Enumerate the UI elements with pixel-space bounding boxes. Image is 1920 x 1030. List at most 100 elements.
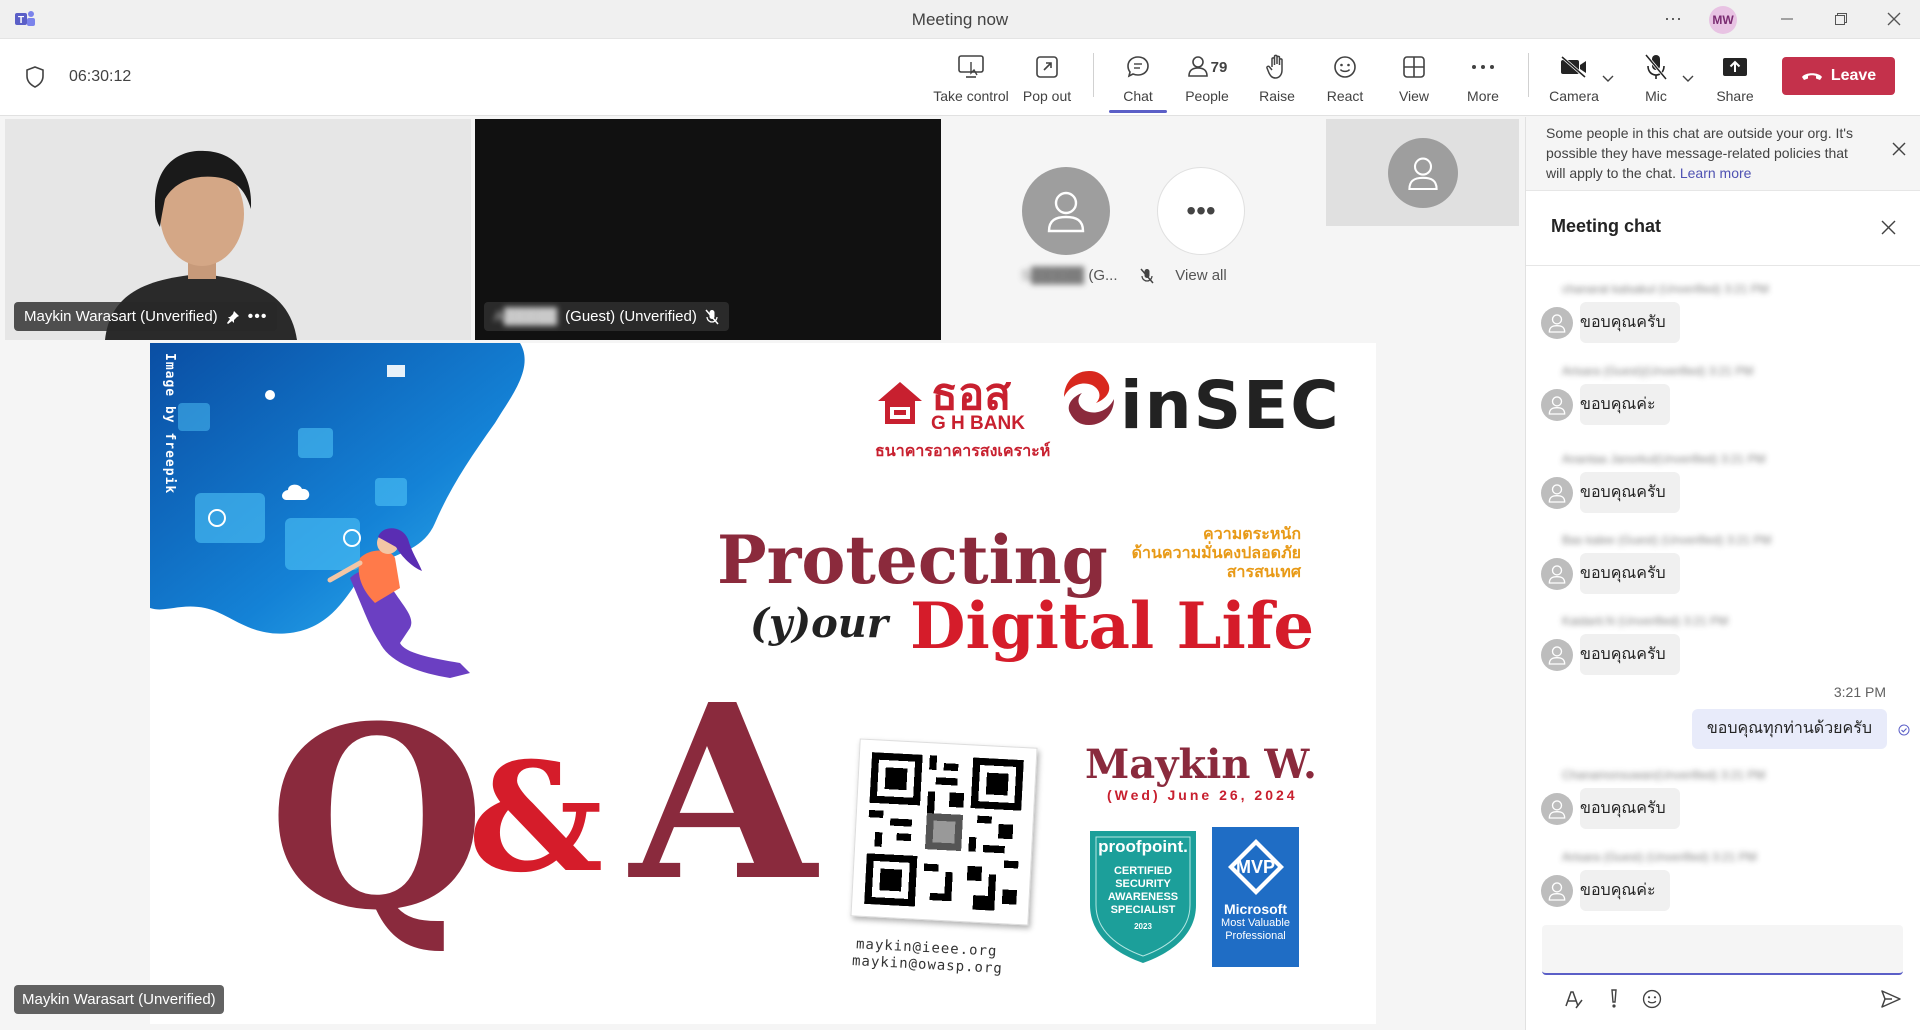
user-avatar[interactable]: MW <box>1709 6 1737 34</box>
read-receipt-icon <box>1898 724 1910 736</box>
camera-label: Camera <box>1549 88 1599 104</box>
my-message-text: ขอบคุณทุกท่านด้วยครับ <box>1706 720 1872 737</box>
take-control-icon <box>957 51 985 83</box>
self-view-tile[interactable] <box>1326 119 1519 226</box>
participant-avatar-tile[interactable]: S█████ (G... <box>1021 167 1154 284</box>
message-meta: chanarat kalsakul (Unverified) 3:21 PM <box>1562 282 1769 296</box>
presenter-name: Maykin Warasart (Unverified) <box>24 308 218 325</box>
qa-ampersand: & <box>468 730 604 906</box>
presenter-name-chip: Maykin Warasart (Unverified) ••• <box>14 302 278 331</box>
proofpoint-brand: proofpoint. <box>1098 837 1188 856</box>
learn-more-link[interactable]: Learn more <box>1680 165 1752 181</box>
message-text: ขอบคุณค่ะ <box>1580 396 1656 413</box>
insec-swirl-icon <box>1064 371 1114 425</box>
person-icon <box>1548 800 1566 819</box>
gh-bank-logo: ธอส G H BANK ธนาคารอาคารสงเคราะห์ <box>875 373 1050 464</box>
raise-hand-icon <box>1265 51 1289 83</box>
guest-video-tile[interactable]: A█████ (Guest) (Unverified) <box>475 119 941 340</box>
leave-button[interactable]: Leave <box>1782 57 1895 95</box>
important-icon[interactable] <box>1602 987 1626 1011</box>
view-label: View <box>1398 88 1430 104</box>
talk-date: (Wed) June 26, 2024 <box>1107 787 1298 803</box>
presenter-more-icon[interactable]: ••• <box>248 302 268 331</box>
close-icon <box>1892 142 1906 156</box>
bank-thai-name: ธนาคารอาคารสงเคราะห์ <box>875 443 1051 460</box>
toolbar-divider <box>1528 53 1529 97</box>
compose-message-input[interactable] <box>1542 925 1903 975</box>
meeting-chat-panel: Some people in this chat are outside you… <box>1525 117 1920 1030</box>
pop-out-button[interactable]: Pop out <box>1022 51 1072 111</box>
message-bubble[interactable]: ขอบคุณค่ะ <box>1580 384 1670 425</box>
message-meta: Chanamonsuwan(Unverified) 3:21 PM <box>1562 768 1766 782</box>
person-icon <box>1548 396 1566 415</box>
people-button[interactable]: 79 People <box>1180 51 1234 111</box>
mic-label: Mic <box>1645 88 1667 104</box>
person-icon <box>1548 882 1566 901</box>
meeting-toolbar: 06:30:12 Take control Pop out Chat 79 Pe… <box>0 39 1920 116</box>
cert-line-3: AWARENESS <box>1107 891 1179 903</box>
message-bubble[interactable]: ขอบคุณครับ <box>1580 634 1680 675</box>
message-text: ขอบคุณครับ <box>1580 484 1666 501</box>
presenter-video-tile[interactable]: Maykin Warasart (Unverified) ••• <box>5 119 471 340</box>
guest-name-chip: A█████ (Guest) (Unverified) <box>484 302 729 331</box>
restore-button[interactable] <box>1821 4 1861 34</box>
person-icon <box>1407 157 1438 190</box>
people-icon-row: 79 <box>1187 51 1227 83</box>
my-message-bubble[interactable]: ขอบคุณทุกท่านด้วยครับ <box>1691 709 1887 749</box>
restore-icon <box>1835 13 1847 25</box>
more-options-button[interactable]: ⋯ <box>1660 6 1686 32</box>
participant-avatar <box>1022 167 1110 255</box>
sender-avatar <box>1541 307 1573 339</box>
react-button[interactable]: React <box>1325 51 1365 111</box>
message-meta: Kaidarit.N (Unverified) 3:21 PM <box>1562 614 1729 628</box>
message-bubble[interactable]: ขอบคุณค่ะ <box>1580 870 1670 911</box>
share-label: Share <box>1716 88 1754 104</box>
message-meta: Bas kalee (Guest) (Unverified) 3:21 PM <box>1562 533 1772 547</box>
pop-out-label: Pop out <box>1022 88 1072 104</box>
view-all-participants-button[interactable]: ••• View all <box>1157 167 1245 284</box>
share-button[interactable]: Share <box>1715 51 1755 111</box>
muted-mic-icon <box>705 309 719 324</box>
message-bubble[interactable]: ขอบคุณครับ <box>1580 302 1680 343</box>
cert-line-2: SECURITY <box>1115 878 1171 890</box>
message-bubble[interactable]: ขอบคุณครับ <box>1580 553 1680 594</box>
qa-letter-q: Q <box>268 671 486 965</box>
view-button[interactable]: View <box>1395 51 1433 111</box>
pin-icon[interactable] <box>226 310 240 324</box>
mic-off-icon <box>1643 51 1669 83</box>
chat-button[interactable]: Chat <box>1114 51 1162 111</box>
camera-options-chevron-icon[interactable] <box>1601 73 1615 83</box>
emoji-icon[interactable] <box>1640 987 1664 1011</box>
screen-share-name-label: Maykin Warasart (Unverified) <box>14 985 224 1014</box>
message-bubble[interactable]: ขอบคุณครับ <box>1580 788 1680 829</box>
close-window-button[interactable] <box>1874 4 1914 34</box>
bank-name: ธอส <box>931 370 1012 419</box>
mic-options-chevron-icon[interactable] <box>1681 73 1695 83</box>
muted-mic-icon <box>1140 268 1154 284</box>
qa-letter-a: A <box>630 652 817 934</box>
format-text-icon[interactable] <box>1561 987 1585 1011</box>
take-control-button[interactable]: Take control <box>932 51 1010 111</box>
take-control-label: Take control <box>933 88 1009 104</box>
participant-label: S█████ (G... <box>1021 267 1154 284</box>
proofpoint-certification-text: CERTIFIED SECURITY AWARENESS SPECIALIST … <box>1086 865 1200 933</box>
cert-line-1: CERTIFIED <box>1113 865 1173 877</box>
camera-button[interactable]: Camera <box>1548 51 1600 111</box>
message-meta: Anantaa Janorkul(Unverified) 3:21 PM <box>1562 452 1766 466</box>
more-actions-button[interactable]: More <box>1464 51 1502 111</box>
sender-avatar <box>1541 477 1573 509</box>
message-text: ขอบคุณครับ <box>1580 565 1666 582</box>
close-chat-button[interactable] <box>1881 220 1896 235</box>
dismiss-notice-button[interactable] <box>1892 142 1906 156</box>
qr-code-image <box>864 752 1024 912</box>
message-meta: Arisara (Guest) (Unverified) 3:21 PM <box>1562 850 1757 864</box>
thai-tagline: ความตระหนัก ด้านความมั่นคงปลอดภัย สารสนเ… <box>1132 525 1301 582</box>
chat-icon <box>1125 51 1151 83</box>
message-bubble[interactable]: ขอบคุณครับ <box>1580 472 1680 513</box>
send-icon[interactable] <box>1879 987 1903 1011</box>
minimize-button[interactable] <box>1767 4 1807 34</box>
raise-hand-button[interactable]: Raise <box>1257 51 1297 111</box>
grid-view-icon <box>1402 51 1426 83</box>
more-label: More <box>1467 88 1499 104</box>
mic-button[interactable]: Mic <box>1639 51 1673 111</box>
